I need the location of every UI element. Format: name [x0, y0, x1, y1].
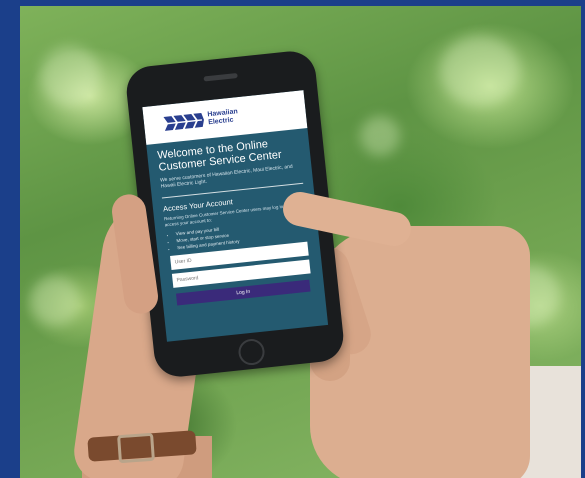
page-frame: Hawaiian Electric Welcome to the Online … — [0, 0, 585, 478]
brand-name: Hawaiian Electric — [207, 108, 239, 127]
background-photo: Hawaiian Electric Welcome to the Online … — [20, 6, 581, 478]
home-button-icon — [237, 337, 266, 367]
phone-speaker — [203, 72, 238, 82]
hawaiian-electric-logo-icon — [163, 111, 205, 133]
watch-buckle — [117, 432, 155, 464]
brand-name-line2: Electric — [207, 116, 234, 127]
